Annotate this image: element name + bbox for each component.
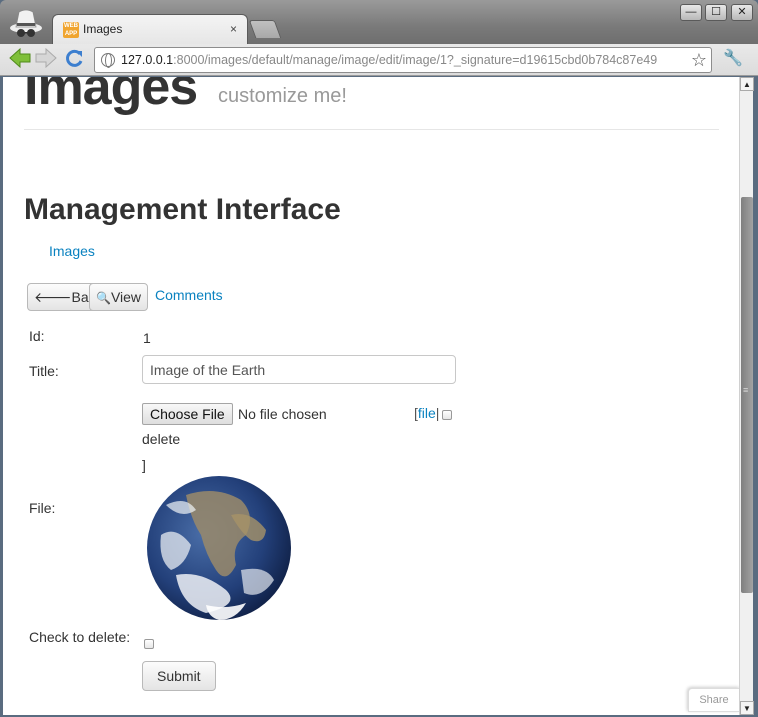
scrollbar-thumb[interactable] <box>741 197 753 593</box>
scroll-up-arrow-icon[interactable]: ▲ <box>740 77 754 91</box>
wrench-icon[interactable]: 🔧 <box>722 48 744 70</box>
page-title: Management Interface <box>24 193 341 226</box>
arrow-left-icon <box>9 47 31 69</box>
earth-image <box>147 476 291 620</box>
arrow-left-icon: 🡐 <box>34 289 72 305</box>
webapp-favicon-icon: WEB APP <box>63 22 79 38</box>
tab-close-icon[interactable]: × <box>230 22 237 36</box>
page-viewport: Images customize me! Management Interfac… <box>3 77 739 715</box>
id-value: 1 <box>143 330 151 346</box>
reload-icon <box>66 49 83 67</box>
arrow-right-icon <box>35 47 57 69</box>
submit-button[interactable]: Submit <box>142 661 216 691</box>
vertical-scrollbar[interactable]: ▲ ▼ <box>739 77 754 715</box>
tab-title: Images <box>83 22 123 36</box>
comments-link[interactable]: Comments <box>155 287 223 303</box>
back-nav-button[interactable] <box>8 47 32 72</box>
file-link[interactable]: file <box>418 405 436 421</box>
brand-tagline: customize me! <box>218 85 347 107</box>
check-to-delete-label: Check to delete: <box>29 629 131 645</box>
delete-text: delete <box>142 431 181 447</box>
title-label: Title: <box>29 363 59 379</box>
breadcrumb-images-link[interactable]: Images <box>49 243 95 259</box>
no-file-chosen-text: No file chosen <box>238 406 327 422</box>
file-label: File: <box>29 500 56 516</box>
brand-title: Images <box>24 77 198 116</box>
incognito-icon <box>10 9 42 37</box>
header-divider <box>24 129 719 130</box>
share-button[interactable]: Share <box>688 688 739 712</box>
close-bracket-text: ] <box>142 457 146 473</box>
new-tab-button[interactable] <box>248 20 282 38</box>
view-button-label: View <box>110 289 142 305</box>
browser-tab[interactable]: WEB APP Images × <box>52 14 248 44</box>
forward-nav-button[interactable] <box>34 47 58 72</box>
url-text: 127.0.0.1:8000/images/default/manage/ima… <box>121 53 658 67</box>
scroll-down-arrow-icon[interactable]: ▼ <box>740 701 754 715</box>
minimize-button[interactable]: — <box>680 4 702 21</box>
delete-record-checkbox[interactable] <box>144 639 154 649</box>
file-link-group: [file| <box>414 405 440 421</box>
star-icon[interactable]: ☆ <box>691 50 707 71</box>
title-input[interactable] <box>142 355 456 384</box>
window-titlebar: WEB APP Images × — ☐ ✕ <box>0 0 758 44</box>
globe-icon <box>101 53 115 68</box>
maximize-button[interactable]: ☐ <box>705 4 727 21</box>
zoom-in-icon: 🔍 <box>96 291 111 305</box>
browser-toolbar: 127.0.0.1:8000/images/default/manage/ima… <box>0 44 758 76</box>
reload-button[interactable] <box>62 48 86 72</box>
address-bar[interactable]: 127.0.0.1:8000/images/default/manage/ima… <box>94 47 712 73</box>
view-button[interactable]: 🔍View <box>89 283 149 311</box>
file-delete-checkbox[interactable] <box>442 410 452 420</box>
choose-file-button[interactable]: Choose File <box>142 403 233 425</box>
close-window-button[interactable]: ✕ <box>731 4 753 21</box>
id-label: Id: <box>29 328 45 344</box>
